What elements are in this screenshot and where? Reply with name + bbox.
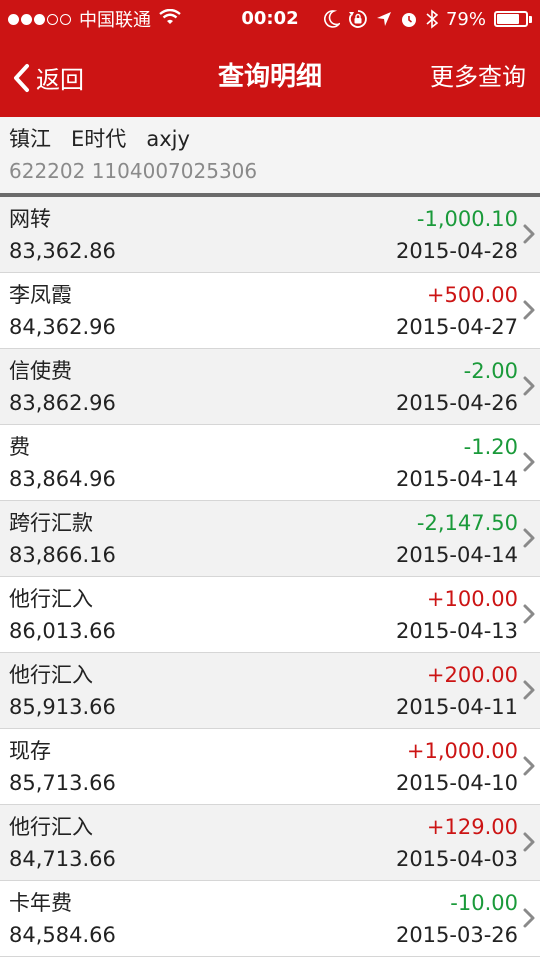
chevron-right-icon [523,756,535,776]
transaction-amount: +1,000.00 [406,739,518,763]
transaction-balance: 84,362.96 [9,315,116,339]
transaction-date: 2015-04-10 [395,771,518,795]
transaction-row[interactable]: 李凤霞 84,362.96 +500.00 2015-04-27 [0,273,540,349]
chevron-right-icon [523,224,535,244]
account-number: 622202 1104007025306 [9,159,258,183]
chevron-right-icon [523,452,535,472]
transaction-date: 2015-04-13 [395,619,518,643]
back-button[interactable]: 返回 [12,38,84,117]
transaction-date: 2015-04-14 [395,467,518,491]
transaction-row[interactable]: 跨行汇款 83,866.16 -2,147.50 2015-04-14 [0,501,540,577]
more-query-button[interactable]: 更多查询 [430,38,526,117]
transaction-balance: 83,862.96 [9,391,116,415]
status-bar: 中国联通 00:02 79% [0,0,540,38]
moon-icon [324,10,340,28]
transaction-date: 2015-04-28 [395,239,518,263]
transaction-description: 现存 [9,739,51,763]
transaction-description: 费 [9,435,30,459]
transaction-description: 他行汇入 [9,663,93,687]
transaction-amount: +500.00 [426,283,518,307]
account-name: 镇江 E时代 axjy [9,127,190,151]
transaction-balance: 85,713.66 [9,771,116,795]
signal-strength-icon [8,13,73,25]
transaction-amount: -10.00 [450,891,518,915]
wifi-icon [159,8,181,30]
battery-icon [494,11,532,27]
transaction-date: 2015-04-14 [395,543,518,567]
transaction-amount: -2,147.50 [416,511,518,535]
navigation-bar: 返回 查询明细 更多查询 [0,38,540,117]
transaction-amount: -2.00 [463,359,518,383]
transaction-amount: +100.00 [426,587,518,611]
chevron-right-icon [523,908,535,928]
transaction-date: 2015-04-11 [395,695,518,719]
transaction-amount: -1.20 [463,435,518,459]
transaction-date: 2015-04-03 [395,847,518,871]
rotation-lock-icon [348,9,368,29]
status-right: 79% [316,0,532,38]
carrier-name: 中国联通 [79,10,151,31]
transaction-balance: 84,584.66 [9,923,116,947]
transaction-description: 网转 [9,207,51,231]
transaction-description: 他行汇入 [9,815,93,839]
transaction-row[interactable]: 网转 83,362.86 -1,000.10 2015-04-28 [0,197,540,273]
transaction-balance: 84,713.66 [9,847,116,871]
transaction-description: 信使费 [9,359,72,383]
chevron-right-icon [523,300,535,320]
transaction-amount: -1,000.10 [416,207,518,231]
chevron-right-icon [523,376,535,396]
transaction-amount: +200.00 [426,663,518,687]
status-left: 中国联通 [8,0,181,38]
alarm-icon [400,10,418,28]
transaction-list: 网转 83,362.86 -1,000.10 2015-04-28 李凤霞 84,362.… [0,197,540,957]
screen: 中国联通 00:02 79% 返回 查询明细 更多查询 镇江 E时代 axjy … [0,0,540,960]
transaction-balance: 83,864.96 [9,467,116,491]
transaction-description: 他行汇入 [9,587,93,611]
transaction-description: 卡年费 [9,891,72,915]
transaction-row[interactable]: 现存 85,713.66 +1,000.00 2015-04-10 [0,729,540,805]
transaction-date: 2015-03-26 [395,923,518,947]
transaction-date: 2015-04-26 [395,391,518,415]
chevron-left-icon [14,63,29,92]
transaction-balance: 86,013.66 [9,619,116,643]
battery-percent: 79% [445,8,486,30]
chevron-right-icon [523,528,535,548]
transaction-row[interactable]: 他行汇入 86,013.66 +100.00 2015-04-13 [0,577,540,653]
location-arrow-icon [376,11,392,27]
chevron-right-icon [523,604,535,624]
bluetooth-icon [426,9,438,29]
transaction-row[interactable]: 费 83,864.96 -1.20 2015-04-14 [0,425,540,501]
transaction-balance: 85,913.66 [9,695,116,719]
transaction-balance: 83,362.86 [9,239,116,263]
chevron-right-icon [523,680,535,700]
transaction-row[interactable]: 他行汇入 84,713.66 +129.00 2015-04-03 [0,805,540,881]
transaction-date: 2015-04-27 [395,315,518,339]
transaction-description: 李凤霞 [9,283,72,307]
transaction-row[interactable]: 信使费 83,862.96 -2.00 2015-04-26 [0,349,540,425]
chevron-right-icon [523,832,535,852]
transaction-description: 跨行汇款 [9,511,93,535]
back-label: 返回 [36,66,84,94]
transaction-row[interactable]: 他行汇入 85,913.66 +200.00 2015-04-11 [0,653,540,729]
transaction-amount: +129.00 [426,815,518,839]
transaction-balance: 83,866.16 [9,543,116,567]
transaction-row[interactable]: 卡年费 84,584.66 -10.00 2015-03-26 [0,881,540,957]
account-header: 镇江 E时代 axjy 622202 1104007025306 [0,117,540,193]
